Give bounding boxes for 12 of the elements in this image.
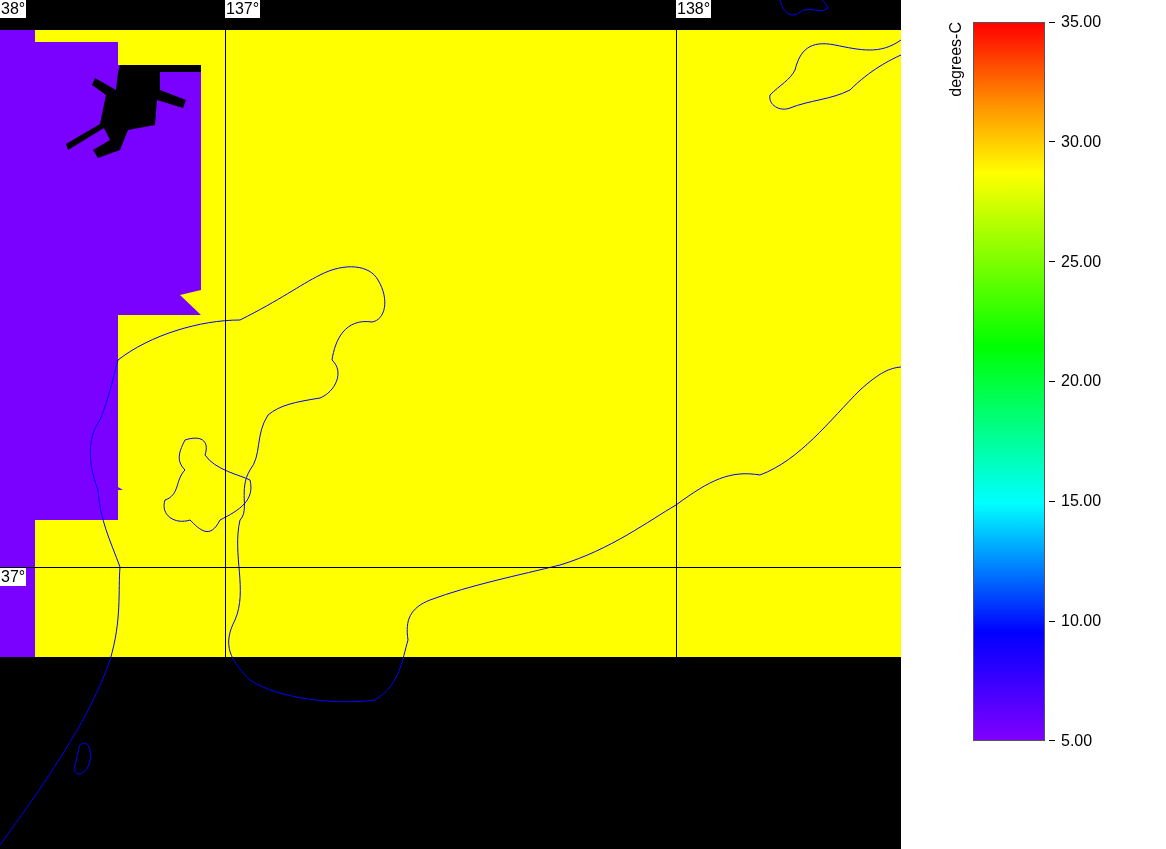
longitude-label: 138°	[676, 0, 712, 18]
scale-tick-label: 10.00	[1061, 612, 1102, 631]
scale-tick-label: 5.00	[1061, 731, 1093, 750]
scale-tick-label: 25.00	[1061, 252, 1102, 271]
latitude-label: 37°	[0, 568, 27, 586]
longitude-label: 137°	[225, 0, 261, 18]
scale-tick-label: 20.00	[1061, 372, 1102, 391]
unit-label: degrees-C	[947, 22, 965, 97]
scale-tick-label: 30.00	[1061, 132, 1102, 151]
latitude-label: 38°	[0, 0, 27, 18]
scale-tick-label: 35.00	[1061, 13, 1102, 31]
scale-tick-label: 15.00	[1061, 492, 1102, 511]
